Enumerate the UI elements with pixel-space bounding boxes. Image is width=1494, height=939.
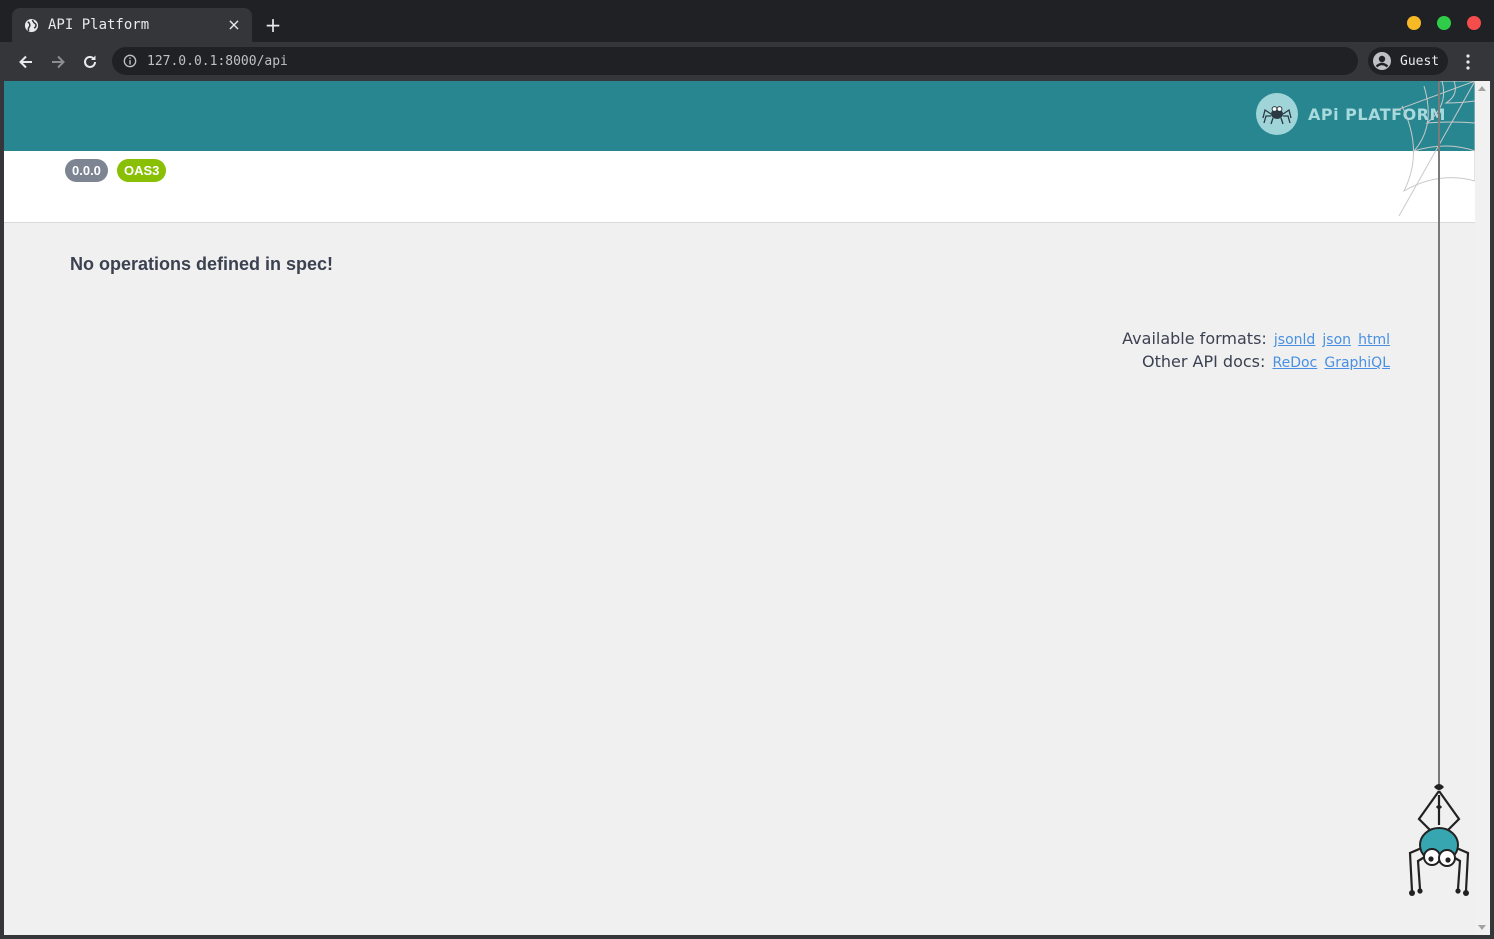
- kebab-menu-icon: [1466, 54, 1470, 70]
- no-operations-message: No operations defined in spec!: [70, 254, 334, 274]
- address-text: 127.0.0.1:8000/api: [147, 53, 288, 69]
- window-close-button[interactable]: [1467, 16, 1481, 30]
- spiderweb-decoration: [1394, 81, 1475, 216]
- scroll-down-icon[interactable]: [1478, 925, 1486, 930]
- profile-name: Guest: [1400, 53, 1440, 69]
- account-icon: [1373, 52, 1391, 70]
- formats-panel: Available formats: jsonld json html Othe…: [1122, 328, 1390, 374]
- browser-menu-button[interactable]: [1458, 50, 1478, 74]
- swagger-header: APi PLATFORM: [4, 81, 1475, 151]
- scroll-up-icon[interactable]: [1478, 86, 1486, 91]
- reload-icon: [84, 55, 96, 68]
- globe-icon: [24, 18, 39, 33]
- new-tab-button[interactable]: +: [262, 14, 284, 36]
- forward-button[interactable]: [46, 50, 70, 74]
- profile-button[interactable]: Guest: [1368, 47, 1448, 75]
- page-viewport: APi PLATFORM 0.0.0 OAS3 No operations de…: [4, 81, 1490, 935]
- spider-mascot-icon: [1408, 784, 1470, 896]
- formats-label: Available formats:: [1122, 329, 1267, 348]
- tab-close-icon[interactable]: ×: [224, 15, 244, 35]
- arrow-right-icon: [52, 55, 65, 69]
- info-icon[interactable]: [123, 54, 137, 68]
- info-section: 0.0.0 OAS3: [4, 151, 1475, 223]
- address-bar[interactable]: 127.0.0.1:8000/api: [112, 47, 1358, 75]
- browser-toolbar: 127.0.0.1:8000/api Guest: [0, 42, 1494, 81]
- docs-label: Other API docs:: [1142, 352, 1266, 371]
- page-scrollbar[interactable]: [1475, 81, 1490, 935]
- docs-link-redoc[interactable]: ReDoc: [1272, 355, 1317, 371]
- format-link-jsonld[interactable]: jsonld: [1274, 332, 1315, 348]
- browser-window: API Platform × + 127.0.0.1:8000/api Gues…: [0, 0, 1494, 939]
- format-link-json[interactable]: json: [1322, 332, 1351, 348]
- maximize-button[interactable]: [1437, 16, 1451, 30]
- minimize-button[interactable]: [1407, 16, 1421, 30]
- version-badge: 0.0.0: [65, 159, 108, 182]
- other-docs-row: Other API docs: ReDoc GraphiQL: [1122, 351, 1390, 374]
- tab-title: API Platform: [48, 17, 150, 33]
- oas-badge: OAS3: [117, 159, 167, 182]
- docs-link-graphiql[interactable]: GraphiQL: [1324, 355, 1390, 371]
- format-link-html[interactable]: html: [1358, 332, 1390, 348]
- tab-api-platform[interactable]: API Platform ×: [12, 8, 252, 42]
- spider-thread: [1438, 81, 1440, 789]
- tab-strip: API Platform × +: [0, 0, 1494, 42]
- back-button[interactable]: [14, 50, 38, 74]
- available-formats-row: Available formats: jsonld json html: [1122, 328, 1390, 351]
- reload-button[interactable]: [78, 50, 102, 74]
- spider-logo-icon: [1256, 93, 1298, 135]
- arrow-left-icon: [19, 55, 32, 69]
